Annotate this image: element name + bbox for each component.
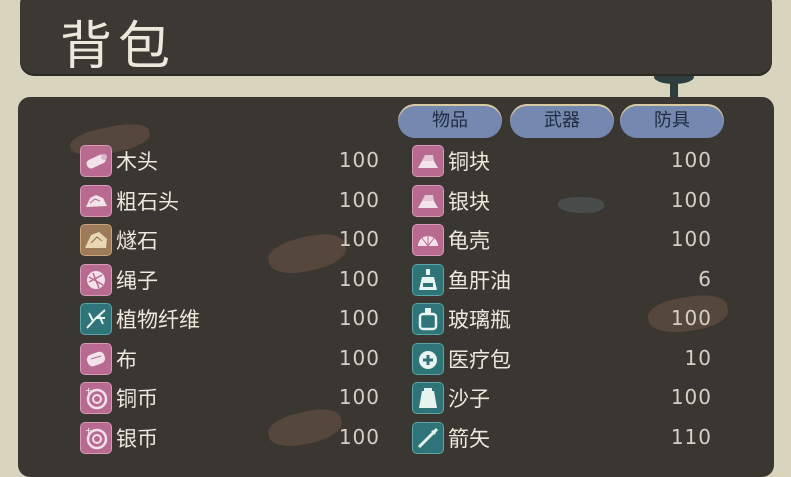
item-name: 铜币 [116, 387, 158, 411]
cloth-icon [80, 342, 112, 375]
inventory-item[interactable]: + 铜币 100 [80, 379, 390, 415]
item-quantity: 100 [338, 187, 380, 212]
item-quantity: 100 [338, 148, 380, 172]
inventory-item[interactable]: 布 100 [80, 340, 390, 376]
item-name: 燧石 [116, 229, 158, 253]
item-name: 银块 [448, 189, 490, 214]
title-panel: 背包 [20, 0, 772, 77]
item-quantity: 100 [338, 227, 380, 251]
item-name: 绳子 [116, 268, 158, 293]
item-name: 银币 [116, 426, 158, 451]
inventory-item[interactable]: 粗石头 100 [80, 182, 390, 218]
item-name: 粗石头 [116, 189, 179, 214]
item-quantity: 100 [670, 148, 712, 172]
silver-coin-icon: + [80, 421, 112, 454]
item-name: 鱼肝油 [448, 268, 511, 293]
inventory-item[interactable]: 沙子 100 [412, 379, 722, 415]
plant-fiber-icon [80, 303, 112, 335]
flint-icon [80, 224, 112, 256]
inventory-item[interactable]: 植物纤维 100 [80, 300, 390, 336]
shell-icon [412, 224, 444, 256]
medkit-icon [412, 342, 444, 375]
tab-armor[interactable]: 防具 [620, 104, 724, 138]
item-name: 布 [116, 347, 137, 372]
inventory-item[interactable]: 铜块 100 [412, 142, 722, 178]
inventory-item[interactable]: 木头 100 [80, 142, 390, 178]
inventory-item[interactable]: 绳子 100 [80, 261, 390, 297]
item-quantity: 100 [338, 424, 380, 449]
oil-bottle-icon [412, 263, 444, 296]
inventory-item[interactable]: 龟壳 100 [412, 221, 722, 257]
rope-icon [80, 263, 112, 296]
sand-bag-icon [412, 382, 444, 414]
item-quantity: 100 [338, 385, 380, 409]
inventory-item[interactable]: 燧石 100 [80, 221, 390, 257]
inventory-item[interactable]: 医疗包 10 [412, 340, 722, 376]
item-quantity: 100 [670, 306, 712, 330]
log-icon [80, 145, 112, 177]
item-quantity: 100 [670, 187, 712, 212]
silver-ingot-icon [412, 184, 444, 217]
rough-stone-icon [80, 184, 112, 217]
item-quantity: 110 [670, 424, 712, 449]
item-quantity: 10 [684, 345, 712, 370]
item-name: 医疗包 [448, 347, 511, 372]
page-title: 背包 [60, 17, 177, 77]
item-name: 沙子 [448, 387, 490, 411]
copper-coin-icon: + [80, 382, 112, 414]
item-name: 植物纤维 [116, 308, 200, 332]
inventory-item[interactable]: 鱼肝油 6 [412, 261, 722, 297]
copper-ingot-icon [412, 145, 444, 177]
tab-weapons[interactable]: 武器 [510, 104, 614, 138]
inventory-item[interactable]: 银块 100 [412, 182, 722, 218]
tab-items[interactable]: 物品 [398, 104, 502, 138]
item-quantity: 100 [670, 385, 712, 409]
item-quantity: 100 [670, 227, 712, 251]
inventory-item[interactable]: 玻璃瓶 100 [412, 300, 722, 336]
item-quantity: 100 [338, 266, 380, 291]
item-name: 铜块 [448, 150, 490, 174]
inventory-item[interactable]: + 银币 100 [80, 419, 390, 455]
arrow-icon [412, 421, 444, 454]
item-quantity: 100 [338, 306, 380, 330]
item-quantity: 6 [698, 266, 712, 291]
inventory-item[interactable]: 箭矢 110 [412, 419, 722, 455]
item-quantity: 100 [338, 345, 380, 370]
item-name: 木头 [116, 150, 158, 174]
item-name: 箭矢 [448, 426, 490, 451]
svg-text:+: + [85, 386, 92, 395]
glass-bottle-icon [412, 303, 444, 335]
item-name: 龟壳 [448, 229, 490, 253]
item-name: 玻璃瓶 [448, 308, 511, 332]
svg-text:+: + [85, 426, 92, 435]
